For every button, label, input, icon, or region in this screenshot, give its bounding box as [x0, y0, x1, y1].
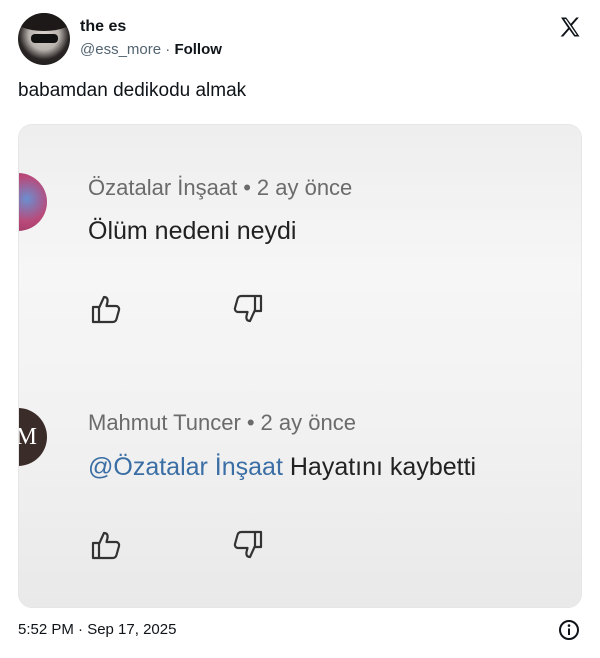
tweet-header: the es @ess_more · Follow — [18, 13, 582, 65]
avatar-hair — [18, 13, 70, 31]
avatar-letter: M — [19, 424, 37, 451]
comment-reply-text: Hayatını kaybetti — [289, 453, 477, 481]
tweet-media-image[interactable]: Özatalar İnşaat • 2 ay önce Ölüm nedeni ne… — [18, 124, 582, 608]
comment-age: 2 ay önce — [256, 175, 353, 200]
comment-meta: Özatalar İnşaat • 2 ay önce — [88, 175, 352, 201]
tweet-footer: 5:52 PM · Sep 17, 2025 — [18, 619, 582, 641]
meta-dot: • — [246, 410, 255, 435]
comment-text: Ölüm nedeni neydi — [88, 217, 297, 245]
author-handle[interactable]: @ess_more — [80, 41, 161, 58]
thumbs-up-icon — [91, 295, 121, 324]
tweet-timestamp[interactable]: 5:52 PM · Sep 17, 2025 — [18, 621, 176, 638]
follow-button[interactable]: Follow — [174, 41, 222, 58]
thumbs-down-icon — [233, 530, 263, 559]
x-logo-icon[interactable] — [558, 15, 582, 39]
author-handle-row: @ess_more · Follow — [80, 41, 222, 58]
author-avatar[interactable] — [18, 13, 70, 65]
thumbs-up-icon — [91, 531, 121, 560]
comment-meta: Mahmut Tuncer • 2 ay önce — [88, 410, 356, 436]
avatar-sunglasses — [31, 34, 58, 43]
comment-author: Özatalar İnşaat — [88, 175, 238, 200]
meta-dot: • — [243, 175, 251, 200]
tweet-text: babamdan dedikodu almak — [18, 80, 247, 101]
comment-text: @Özatalar İnşaat Hayatını kaybetti — [88, 453, 476, 482]
info-icon[interactable] — [558, 619, 580, 641]
comment-age: 2 ay önce — [260, 410, 356, 435]
handle-separator: · — [161, 41, 175, 58]
comment-mention: @Özatalar İnşaat — [88, 453, 283, 481]
comment-author: Mahmut Tuncer — [88, 410, 241, 435]
thumbs-down-icon — [233, 294, 263, 323]
author-name[interactable]: the es — [80, 18, 126, 36]
